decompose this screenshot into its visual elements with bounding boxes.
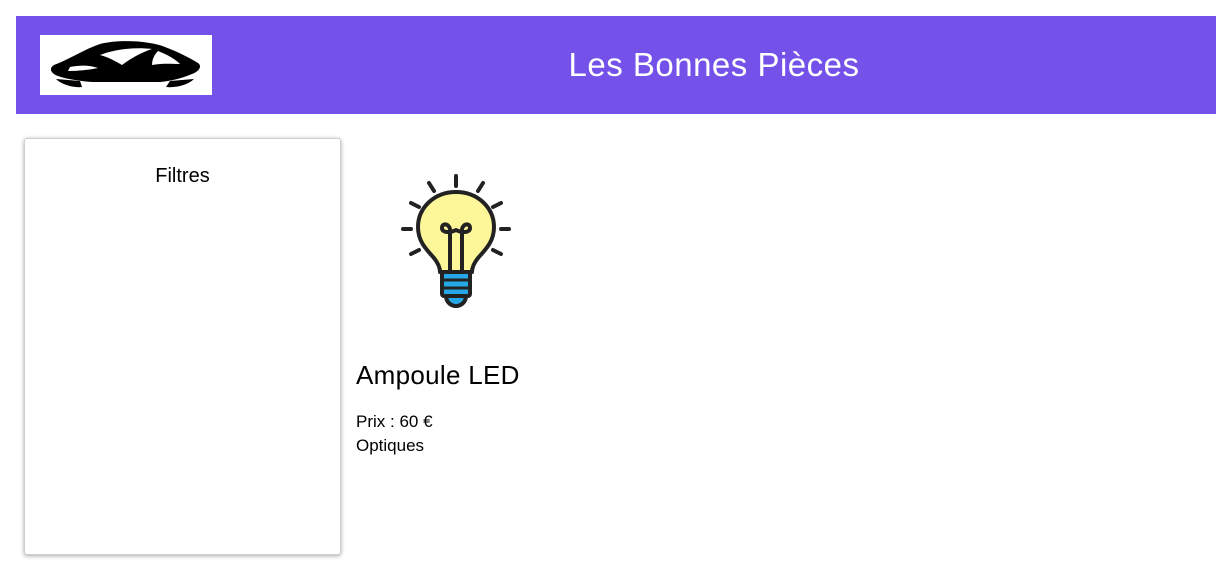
product-name: Ampoule LED xyxy=(356,360,520,390)
site-logo[interactable] xyxy=(40,35,212,95)
product-price: Prix : 60 € xyxy=(356,412,433,431)
site-title: Les Bonnes Pièces xyxy=(568,46,860,83)
product-image xyxy=(396,170,516,310)
filters-panel: Filtres xyxy=(24,138,341,555)
product-category: Optiques xyxy=(356,436,425,455)
car-silhouette-icon xyxy=(50,41,200,88)
light-bulb-icon xyxy=(401,174,511,308)
site-header: Les Bonnes Pièces xyxy=(16,16,1216,114)
filters-title: Filtres xyxy=(155,165,210,187)
